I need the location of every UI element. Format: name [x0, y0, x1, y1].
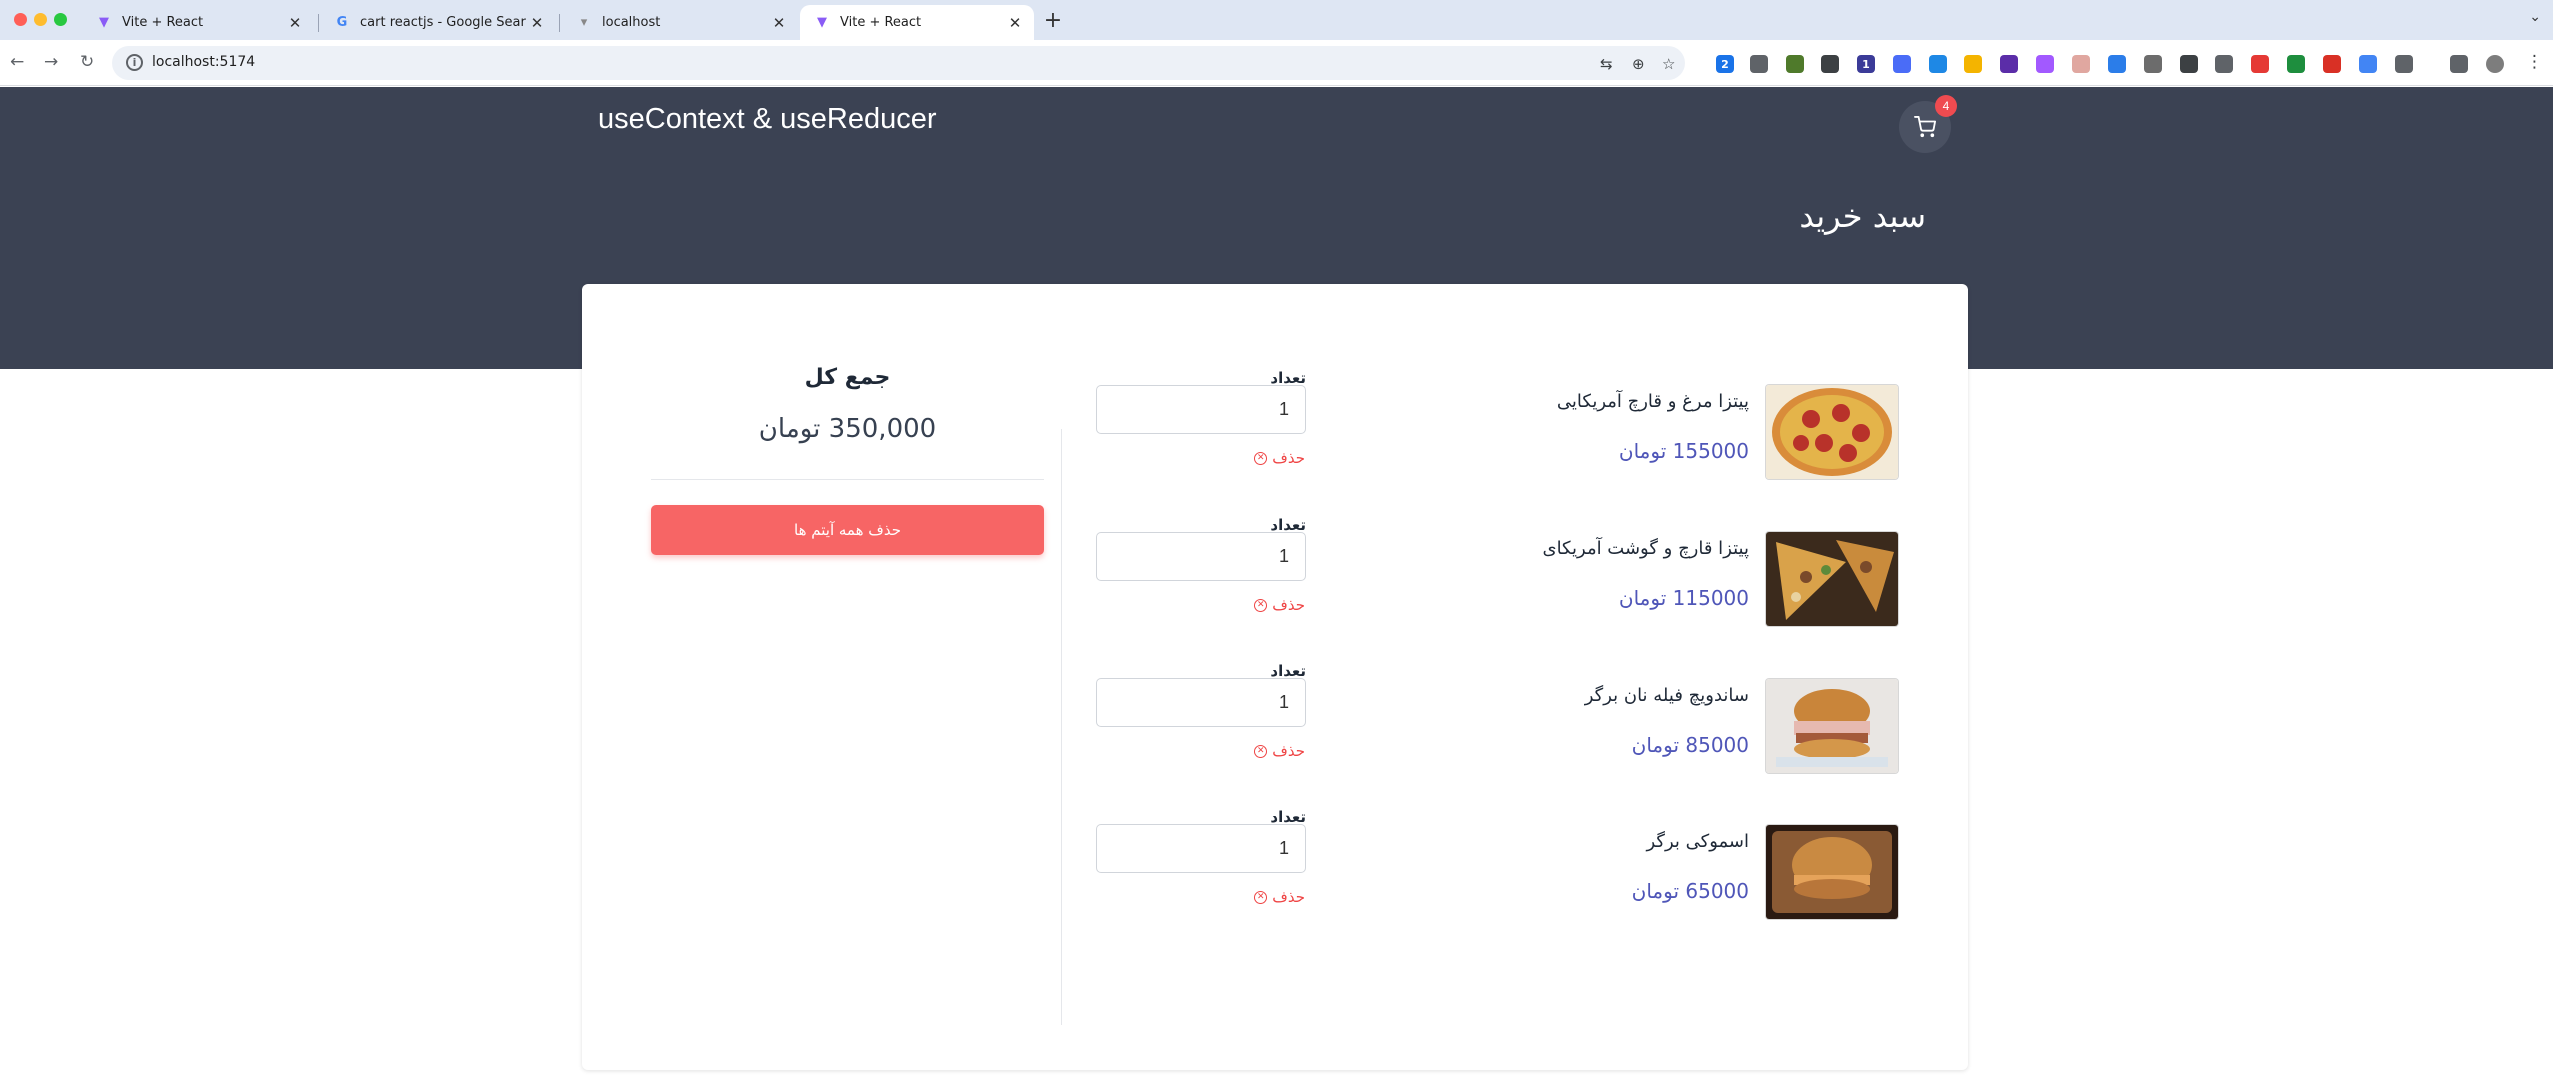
extension-icon[interactable]: 2	[1716, 55, 1734, 73]
close-icon[interactable]: ✕	[284, 12, 306, 34]
remove-circle-x-icon: ✕	[1254, 598, 1268, 612]
remove-circle-x-icon: ✕	[1254, 890, 1268, 904]
quantity-input[interactable]	[1096, 678, 1306, 727]
remove-label: حذف	[1272, 596, 1305, 614]
extension-icon[interactable]	[2036, 55, 2054, 73]
item-quantity-group: تعداد حذف✕	[0, 516, 2553, 646]
tab-separator	[559, 14, 560, 32]
vite-icon: ▼	[99, 15, 109, 30]
window-minimize-button[interactable]	[34, 13, 47, 26]
extension-icon[interactable]	[1893, 55, 1911, 73]
vite-icon: ▼	[817, 15, 827, 30]
adblock-icon[interactable]	[2251, 55, 2269, 73]
extension-icon[interactable]	[1750, 55, 1768, 73]
remove-item-link[interactable]: حذف ✕	[1254, 742, 1305, 760]
remove-circle-x-icon: ✕	[1254, 744, 1268, 758]
forward-arrow-icon[interactable]: →	[44, 52, 58, 72]
url-text[interactable]: localhost:5174	[152, 54, 255, 70]
tab-separator	[318, 14, 319, 32]
site-info-icon[interactable]: i	[126, 54, 143, 71]
remove-circle-x-icon: ✕	[1254, 451, 1268, 465]
kebab-menu-icon[interactable]: ⋮	[2526, 52, 2543, 72]
close-icon[interactable]: ✕	[1004, 12, 1026, 34]
remove-label: حذف	[1272, 449, 1305, 467]
quantity-input[interactable]	[1096, 385, 1306, 434]
side-panel-icon[interactable]	[2450, 55, 2468, 73]
shield-icon[interactable]	[2287, 55, 2305, 73]
clear-all-button[interactable]: حذف همه آیتم ها	[651, 505, 1044, 555]
extension-icon[interactable]	[2144, 55, 2162, 73]
tab-title: Vite + React	[840, 15, 922, 30]
item-quantity-group: تعداد حذف✕	[0, 369, 2553, 499]
extension-badge: 1	[1862, 57, 1870, 71]
summary-divider	[651, 479, 1044, 480]
quantity-input[interactable]	[1096, 824, 1306, 873]
extension-badge: 2	[1721, 57, 1729, 71]
tab-title: cart reactjs - Google Search	[360, 15, 526, 30]
browser-tab-bar: ▼ Vite + React ✕ G cart reactjs - Google…	[0, 0, 2553, 40]
remove-item-link[interactable]: حذف ✕	[1254, 888, 1305, 906]
quantity-input[interactable]	[1096, 532, 1306, 581]
tab-title: localhost	[602, 15, 661, 30]
back-arrow-icon[interactable]: ←	[10, 52, 24, 72]
close-icon[interactable]: ✕	[526, 12, 548, 34]
localhost-icon: ▾	[580, 15, 588, 30]
tab-title: Vite + React	[122, 15, 204, 30]
remove-item-link[interactable]: حذف ✕	[1254, 596, 1305, 614]
extension-icon[interactable]	[2215, 55, 2233, 73]
remove-label: حذف	[1272, 888, 1305, 906]
brand-title: useContext & useReducer	[598, 103, 937, 135]
item-quantity-group: تعداد حذف✕	[0, 662, 2553, 792]
profile-avatar[interactable]	[2486, 55, 2504, 73]
browser-tab-3[interactable]: ▾ localhost ✕	[562, 5, 798, 40]
google-icon: G	[336, 15, 348, 30]
extension-icon[interactable]	[2359, 55, 2377, 73]
translate-icon[interactable]: ⇆	[1600, 55, 1613, 73]
cart-count-badge: 4	[1935, 95, 1957, 117]
reload-icon[interactable]: ↻	[80, 52, 94, 72]
zoom-icon[interactable]: ⊕	[1632, 55, 1645, 73]
extension-icon[interactable]	[1786, 55, 1804, 73]
address-bar[interactable]: i localhost:5174 ⇆ ⊕ ☆	[112, 46, 1685, 80]
new-tab-button[interactable]: +	[1041, 8, 1065, 33]
extension-icon[interactable]	[2323, 55, 2341, 73]
total-value: 350,000 تومان	[758, 414, 937, 444]
remove-item-link[interactable]: حذف ✕	[1254, 449, 1305, 467]
browser-toolbar: ← → ↻ i localhost:5174 ⇆ ⊕ ☆	[0, 40, 2553, 86]
browser-tab-4-active[interactable]: ▼ Vite + React ✕	[800, 5, 1034, 40]
remove-label: حذف	[1272, 742, 1305, 760]
window-zoom-button[interactable]	[54, 13, 67, 26]
extensions-puzzle-icon[interactable]	[2395, 55, 2413, 73]
shopping-cart-icon	[1914, 116, 1936, 138]
extension-icon[interactable]	[2072, 55, 2090, 73]
extension-icon[interactable]	[1821, 55, 1839, 73]
extension-icon[interactable]	[2108, 55, 2126, 73]
close-icon[interactable]: ✕	[768, 12, 790, 34]
download-icon[interactable]	[1929, 55, 1947, 73]
item-quantity-group: تعداد حذف✕	[0, 808, 2553, 938]
browser-tab-1[interactable]: ▼ Vite + React ✕	[82, 5, 314, 40]
extension-icon[interactable]	[1964, 55, 1982, 73]
browser-tab-2[interactable]: G cart reactjs - Google Search ✕	[320, 5, 556, 40]
total-label: جمع کل	[804, 365, 891, 390]
window-close-button[interactable]	[14, 13, 27, 26]
extension-icon[interactable]: 1	[1857, 55, 1875, 73]
page-content: useContext & useReducer 4 سبد خرید پیتزا…	[0, 87, 2553, 1080]
extension-icon[interactable]	[2000, 55, 2018, 73]
extension-icon[interactable]	[2180, 55, 2198, 73]
bookmark-star-icon[interactable]: ☆	[1662, 55, 1675, 73]
page-title: سبد خرید	[1799, 197, 1926, 235]
tab-search-chevron-icon[interactable]: ⌄	[2529, 9, 2541, 25]
